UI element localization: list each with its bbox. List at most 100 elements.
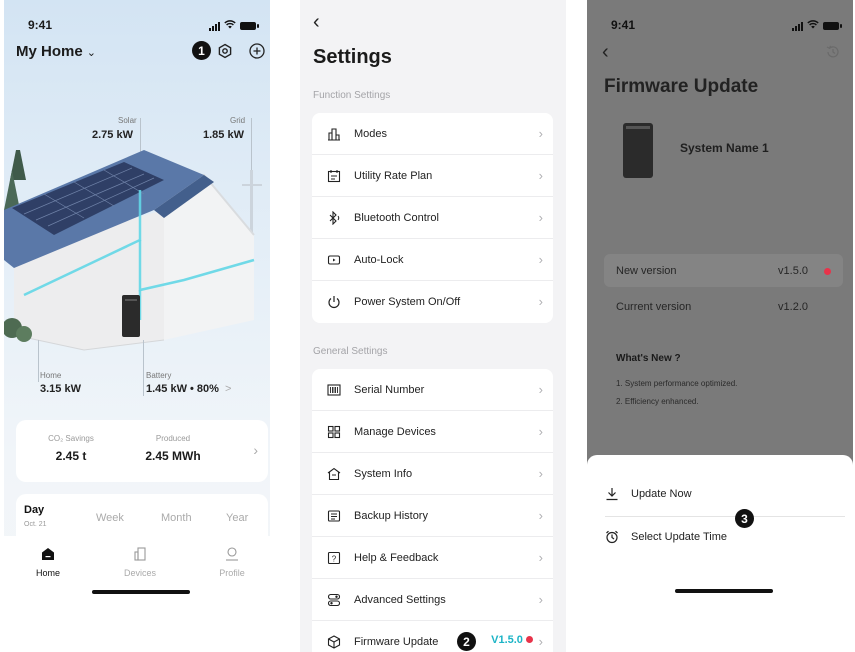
chevron-right-icon: › — [538, 382, 543, 397]
status-time: 9:41 — [28, 18, 53, 32]
step-badge-3: 3 — [735, 509, 754, 528]
add-icon[interactable] — [248, 42, 266, 60]
settings-item-manage-devices[interactable]: Manage Devices › — [312, 411, 553, 453]
home-title: My Home — [16, 43, 83, 60]
profile-icon — [202, 546, 262, 562]
tab-devices-label: Devices — [123, 568, 156, 578]
tab-profile[interactable]: Profile — [202, 546, 262, 578]
release-note: 1. System performance optimized. — [616, 379, 738, 388]
settings-item-label: Power System On/Off — [354, 296, 461, 308]
settings-hex-icon[interactable] — [216, 42, 234, 60]
settings-item-label: Modes — [354, 127, 388, 140]
settings-item-advanced-settings[interactable]: Advanced Settings › — [312, 579, 553, 621]
alarm-clock-icon — [605, 530, 619, 544]
help-icon: ? — [326, 550, 342, 566]
general-section-label: General Settings — [313, 346, 388, 357]
wifi-icon — [807, 20, 819, 32]
download-icon — [605, 487, 619, 501]
function-settings-group: Modes › Utility Rate Plan › Bluetooth Co… — [312, 113, 553, 323]
cube-icon — [326, 634, 342, 650]
home-selector[interactable]: My Home ⌄ — [16, 43, 96, 60]
current-version-label: Current version — [616, 301, 692, 313]
update-action-sheet: Update Now 3 Select Update Time — [587, 455, 853, 652]
tab-year[interactable]: Year — [226, 512, 248, 524]
select-time-label: Select Update Time — [631, 531, 727, 543]
current-version-value: v1.2.0 — [778, 301, 808, 313]
chevron-right-icon: › — [538, 508, 543, 523]
settings-item-label: Bluetooth Control — [354, 211, 439, 224]
update-dot — [526, 636, 533, 643]
house-icon — [326, 466, 342, 482]
chevron-right-icon: › — [538, 424, 543, 439]
tab-devices[interactable]: Devices — [110, 546, 170, 578]
settings-item-help-feedback[interactable]: ? Help & Feedback › — [312, 537, 553, 579]
whats-new-heading: What's New ? — [616, 353, 681, 364]
update-now-button[interactable]: Update Now — [605, 487, 692, 501]
settings-item-label: Firmware Update — [354, 636, 439, 648]
settings-item-utility-rate-plan[interactable]: Utility Rate Plan › — [312, 155, 553, 197]
new-version-label: New version — [616, 265, 677, 277]
settings-item-bluetooth-control[interactable]: Bluetooth Control › — [312, 197, 553, 239]
tab-month[interactable]: Month — [161, 512, 192, 524]
wifi-icon — [224, 20, 236, 32]
settings-item-label: Manage Devices — [354, 425, 436, 438]
settings-item-label: Advanced Settings — [354, 593, 446, 606]
settings-item-backup-history[interactable]: Backup History › — [312, 495, 553, 537]
settings-item-power-system[interactable]: Power System On/Off › — [312, 281, 553, 323]
home-value: 3.15 kW — [40, 383, 81, 395]
toggle-settings-icon — [326, 592, 342, 608]
system-name: System Name 1 — [680, 141, 769, 155]
calendar-icon — [326, 168, 342, 184]
home-indicator — [675, 589, 773, 593]
settings-item-modes[interactable]: Modes › — [312, 113, 553, 155]
battery-icon — [240, 22, 259, 30]
tab-day[interactable]: Day — [24, 504, 44, 516]
barcode-icon — [326, 382, 342, 398]
release-note: 2. Efficiency enhanced. — [616, 397, 699, 406]
solar-label: Solar — [118, 116, 137, 125]
chevron-right-icon: › — [538, 168, 543, 183]
svg-text:?: ? — [332, 554, 337, 563]
produced-label: Produced — [155, 434, 191, 443]
battery-value[interactable]: 1.45 kW • 80% > — [146, 383, 231, 395]
chevron-down-icon: ⌄ — [86, 47, 96, 59]
tab-home[interactable]: Home — [18, 546, 78, 578]
bluetooth-icon — [326, 210, 342, 226]
settings-item-auto-lock[interactable]: Auto-Lock › — [312, 239, 553, 281]
back-icon[interactable]: ‹ — [602, 42, 609, 62]
step-badge-2: 2 — [457, 632, 476, 651]
settings-item-label: Serial Number — [354, 383, 425, 396]
firmware-update-screen: 9:41 ‹ Firmware Update System Name 1 New… — [587, 0, 853, 652]
chevron-right-icon: › — [538, 466, 543, 481]
settings-item-firmware-update[interactable]: Firmware Update 2 V1.5.0 › — [312, 621, 553, 652]
history-icon[interactable] — [825, 44, 841, 65]
select-update-time-button[interactable]: Select Update Time — [605, 530, 727, 544]
settings-item-serial-number[interactable]: Serial Number › — [312, 369, 553, 411]
battery-label: Battery — [146, 371, 172, 380]
battery-line — [143, 340, 144, 396]
savings-card[interactable]: CO₂ Savings 2.45 t Produced 2.45 MWh › — [16, 420, 268, 482]
chevron-right-icon: › — [538, 550, 543, 565]
house-illustration — [4, 150, 262, 351]
status-bar: 9:41 — [587, 18, 853, 34]
divider — [605, 516, 845, 517]
period-date: Oct. 21 — [24, 521, 47, 528]
signal-icon — [792, 21, 803, 31]
back-icon[interactable]: ‹ — [313, 12, 320, 32]
history-list-icon — [326, 508, 342, 524]
chevron-right-icon: › — [538, 210, 543, 225]
update-now-label: Update Now — [631, 488, 692, 500]
power-icon — [326, 294, 342, 310]
chevron-right-icon: › — [538, 252, 543, 267]
page-title: Settings — [313, 46, 392, 68]
home-line — [38, 340, 39, 382]
chevron-right-icon: › — [253, 442, 258, 458]
produced-value: 2.45 MWh — [145, 449, 201, 463]
device-image — [623, 123, 653, 178]
settings-item-system-info[interactable]: System Info › — [312, 453, 553, 495]
firmware-version-badge: V1.5.0 — [491, 634, 533, 646]
solar-value: 2.75 kW — [92, 129, 133, 141]
step-badge-1: 1 — [192, 41, 211, 60]
tab-week[interactable]: Week — [96, 512, 124, 524]
status-time: 9:41 — [611, 18, 636, 32]
